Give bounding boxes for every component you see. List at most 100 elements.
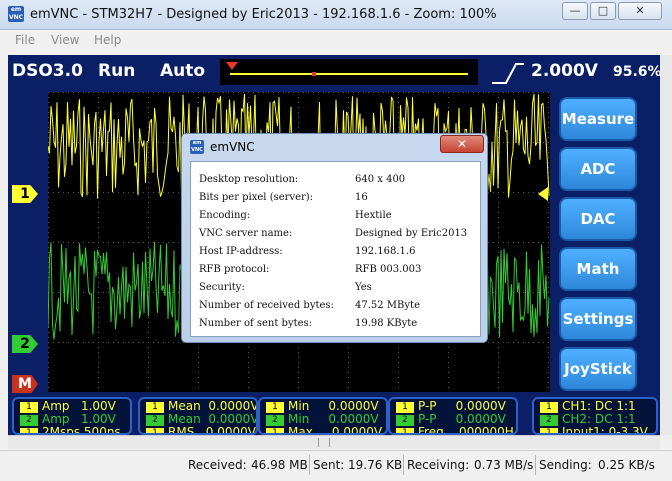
info-label: Host IP-address: (199, 246, 283, 257)
window-title: emVNC - STM32H7 - Designed by Eric2013 -… (30, 7, 497, 22)
close-icon: ✕ (635, 4, 645, 17)
joystick-button[interactable]: JoyStick (559, 347, 637, 391)
sending-value: 0.25 KB/s (598, 458, 655, 472)
measure-button[interactable]: Measure (559, 97, 637, 141)
info-label: Bits per pixel (server): (199, 192, 314, 203)
rising-edge-icon (492, 63, 524, 84)
menu-help[interactable]: Help (94, 33, 121, 47)
minimize-icon: — (569, 4, 581, 17)
measurement-text: Max 0.0000V (288, 425, 383, 435)
sent-label: Sent: (313, 458, 345, 472)
close-button[interactable]: ✕ (618, 2, 662, 20)
sent-value: 19.76 KB (348, 458, 403, 472)
ch1-level-marker[interactable]: 1 (12, 185, 38, 203)
volts-per-div: 2.000V (531, 61, 598, 81)
received-label: Received: (188, 458, 247, 472)
dialog-content: Desktop resolution: 640 x 400 Bits per pix… (190, 161, 481, 337)
title-bar: em VNC emVNC - STM32H7 - Designed by Eri… (0, 0, 672, 30)
measurement-text: Mean 0.0000V (168, 399, 258, 413)
vertical-scrollbar[interactable] (660, 55, 672, 435)
received-value: 46.98 MB (251, 458, 308, 472)
trigger-marker-icon (226, 62, 238, 70)
measurement-row: 1 2Msps 500ns (20, 425, 121, 435)
panel-mean-rms: 1 Mean 0.0000V 2 Mean 0.0000V 1 RMS 0.0000V (138, 397, 258, 435)
maximize-icon: □ (597, 4, 609, 17)
info-label: Number of sent bytes: (199, 318, 313, 329)
info-value: 640 x 400 (355, 174, 406, 185)
channel-badge: 1 (396, 402, 414, 413)
measurement-text: CH1: DC 1:1 (562, 399, 636, 413)
trigger-mode: Auto (160, 61, 206, 81)
measurement-text: P-P 0.0000V (418, 399, 506, 413)
trigger-position-bar[interactable] (220, 59, 478, 85)
status-divider (403, 455, 404, 475)
menu-bar: File View Help (0, 30, 672, 52)
adc-button[interactable]: ADC (559, 147, 637, 191)
channel-badge: 1 (146, 402, 164, 413)
info-label: Number of received bytes: (199, 300, 334, 311)
info-label: Desktop resolution: (199, 174, 299, 185)
trigger-track (230, 73, 468, 75)
status-bar: Received: 46.98 MB Sent: 19.76 KB Receiv… (0, 450, 672, 481)
channel-badge: 1 (540, 428, 558, 433)
panel-min-max: 1 Min 0.0000V 2 Min 0.0000V 1 Max 0.0000V (258, 397, 388, 435)
channel-badge: 1 (20, 428, 38, 433)
math-button[interactable]: Math (559, 247, 637, 291)
channel-badge: 2 (396, 415, 414, 426)
measurement-row: 1 RMS 0.0000V (146, 426, 256, 433)
info-value: Hextile (355, 210, 392, 221)
measurement-text: Freq 000000H (418, 425, 514, 435)
settings-button[interactable]: Settings (559, 297, 637, 341)
horizontal-scrollbar[interactable] (8, 435, 660, 449)
trigger-percent: 95.6% (613, 64, 660, 80)
scroll-grip-icon (318, 438, 330, 447)
info-value: 47.52 MByte (355, 300, 420, 311)
ch2-level-marker[interactable]: 2 (12, 335, 38, 353)
receiving-label: Receiving: (407, 458, 470, 472)
measurement-text: CH2: DC 1:1 (562, 412, 636, 426)
measurement-text: P-P 0.0000V (418, 412, 506, 426)
channel-badge: 1 (396, 428, 414, 433)
measurement-text: Min 0.0000V (288, 412, 379, 426)
emvnc-app-icon: em VNC (8, 6, 24, 22)
measurement-text: Mean 0.0000V (168, 412, 258, 426)
dialog-close-button[interactable]: ✕ (440, 135, 484, 153)
info-label: Encoding: (199, 210, 251, 221)
maximize-button[interactable]: □ (590, 2, 616, 20)
measurement-row: 1 Input1: 0-3.3V (540, 425, 648, 435)
status-divider (535, 455, 536, 475)
trigger-level-arrow-icon (538, 187, 548, 201)
info-value: 16 (355, 192, 368, 203)
info-label: RFB protocol: (199, 264, 270, 275)
scope-brand: DSO3.0 (12, 61, 83, 81)
channel-badge: 2 (146, 415, 164, 426)
connection-info-dialog: em VNC emVNC ✕ Desktop resolution: 640 x … (181, 133, 488, 343)
menu-view[interactable]: View (51, 33, 79, 47)
dac-button[interactable]: DAC (559, 197, 637, 241)
emvnc-dialog-icon: em VNC (190, 140, 204, 154)
info-value: 192.168.1.6 (355, 246, 416, 257)
sending-label: Sending: (539, 458, 592, 472)
measurement-text: Input1: 0-3.3V (562, 425, 648, 435)
trigger-position-dot (312, 72, 316, 76)
menu-file[interactable]: File (15, 33, 35, 47)
measurement-row: 1 Freq 000000H (396, 425, 514, 435)
channel-badge: 1 (540, 402, 558, 413)
info-label: Security: (199, 282, 245, 293)
close-icon: ✕ (456, 137, 468, 151)
measurement-text: 2Msps 500ns (42, 425, 121, 435)
panel-amplitude: 1 Amp 1.00V 2 Amp 1.00V 1 2Msps 500ns (12, 397, 132, 435)
channel-badge: 1 (20, 402, 38, 413)
info-value: RFB 003.003 (355, 264, 422, 275)
run-state: Run (98, 61, 136, 81)
info-value: Yes (355, 282, 372, 293)
minimize-button[interactable]: — (562, 2, 588, 20)
receiving-value: 0.73 MB/s (474, 458, 534, 472)
math-marker[interactable]: M (12, 375, 38, 393)
channel-badge: 2 (266, 415, 284, 426)
measurement-text: Amp 1.00V (42, 412, 116, 426)
channel-badge: 1 (266, 402, 284, 413)
info-value: Designed by Eric2013 (355, 228, 468, 239)
dialog-title: emVNC (210, 140, 255, 154)
status-divider (309, 455, 310, 475)
